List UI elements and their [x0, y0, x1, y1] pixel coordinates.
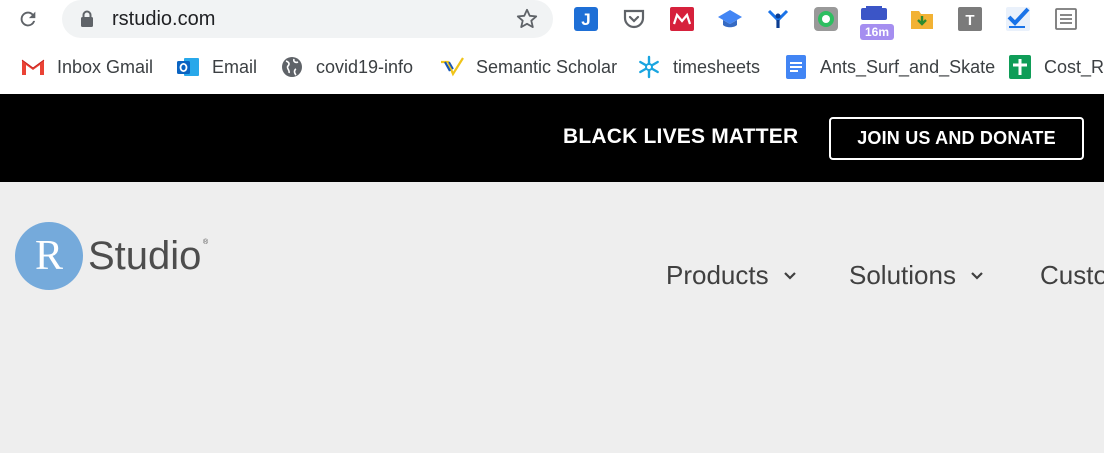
lock-icon — [80, 10, 94, 33]
nav-products[interactable]: Products — [666, 260, 797, 291]
nav-label: Custo — [1040, 260, 1104, 290]
chevron-down-icon — [783, 269, 797, 283]
bookmark-label: timesheets — [673, 56, 761, 77]
reload-icon[interactable] — [14, 5, 42, 33]
announcement-banner: BLACK LIVES MATTER JOIN US AND DONATE — [0, 94, 1104, 182]
sheets-icon — [1008, 55, 1032, 79]
banner-text: BLACK LIVES MATTER — [563, 125, 799, 148]
jira-icon[interactable]: J — [573, 6, 599, 32]
gmail-icon — [21, 55, 45, 79]
svg-text:T: T — [965, 12, 974, 29]
pocket-icon[interactable] — [621, 6, 647, 32]
bookmark-ants-surf-and-skate[interactable]: Ants_Surf_and_Skate — [784, 54, 995, 80]
globe-icon — [280, 55, 304, 79]
mendeley-icon[interactable] — [669, 6, 695, 32]
y-extension-icon[interactable] — [765, 6, 791, 32]
docs-icon — [784, 55, 808, 79]
bookmark-label: Cost_Re — [1044, 56, 1104, 77]
timer-icon[interactable]: 16m — [860, 6, 894, 40]
outlook-icon — [176, 55, 200, 79]
snowflake-icon — [637, 55, 661, 79]
evernote-icon[interactable] — [813, 6, 839, 32]
t-extension-icon[interactable]: T — [957, 6, 983, 32]
bookmark-label: Email — [212, 56, 258, 77]
folder-download-icon[interactable] — [909, 6, 935, 32]
nav-solutions[interactable]: Solutions — [849, 260, 984, 291]
bookmark-label: covid19-info — [316, 56, 414, 77]
registered-mark: ® — [203, 239, 209, 246]
timer-badge: 16m — [860, 24, 894, 40]
bookmark-timesheets[interactable]: timesheets — [637, 54, 760, 80]
reader-icon[interactable] — [1053, 6, 1079, 32]
bookmark-label: Inbox Gmail — [57, 56, 154, 77]
bookmark-semantic-scholar[interactable]: Semantic Scholar — [440, 54, 617, 80]
svg-text:J: J — [581, 10, 590, 29]
nav-label: Solutions — [849, 260, 956, 290]
bookmark-label: Ants_Surf_and_Skate — [820, 56, 996, 77]
semantic-scholar-icon — [440, 55, 464, 79]
checkmark-icon[interactable] — [1005, 6, 1031, 32]
site-header: R Studio ® Products Solutions Custo — [0, 182, 1104, 453]
bookmarks-bar: Inbox Gmail Email covid19-info Semantic … — [0, 40, 1104, 94]
bookmark-label: Semantic Scholar — [476, 56, 618, 77]
bookmark-email[interactable]: Email — [176, 54, 257, 80]
rstudio-logo-text[interactable]: Studio — [88, 234, 201, 278]
scholar-cap-icon[interactable] — [717, 6, 743, 32]
nav-label: Products — [666, 260, 769, 290]
nav-customers[interactable]: Custo — [1040, 260, 1104, 291]
bookmark-star-icon[interactable] — [515, 7, 539, 36]
rstudio-logo-mark[interactable]: R — [15, 222, 83, 290]
bookmark-cost-re[interactable]: Cost_Re — [1008, 54, 1104, 80]
bookmark-covid19-info[interactable]: covid19-info — [280, 54, 413, 80]
bookmark-inbox-gmail[interactable]: Inbox Gmail — [21, 54, 153, 80]
address-bar[interactable]: rstudio.com — [62, 0, 553, 38]
browser-toolbar: rstudio.com J 16m T — [0, 0, 1104, 40]
join-us-donate-button[interactable]: JOIN US AND DONATE — [829, 117, 1084, 160]
url-text[interactable]: rstudio.com — [112, 8, 215, 30]
chevron-down-icon — [970, 269, 984, 283]
